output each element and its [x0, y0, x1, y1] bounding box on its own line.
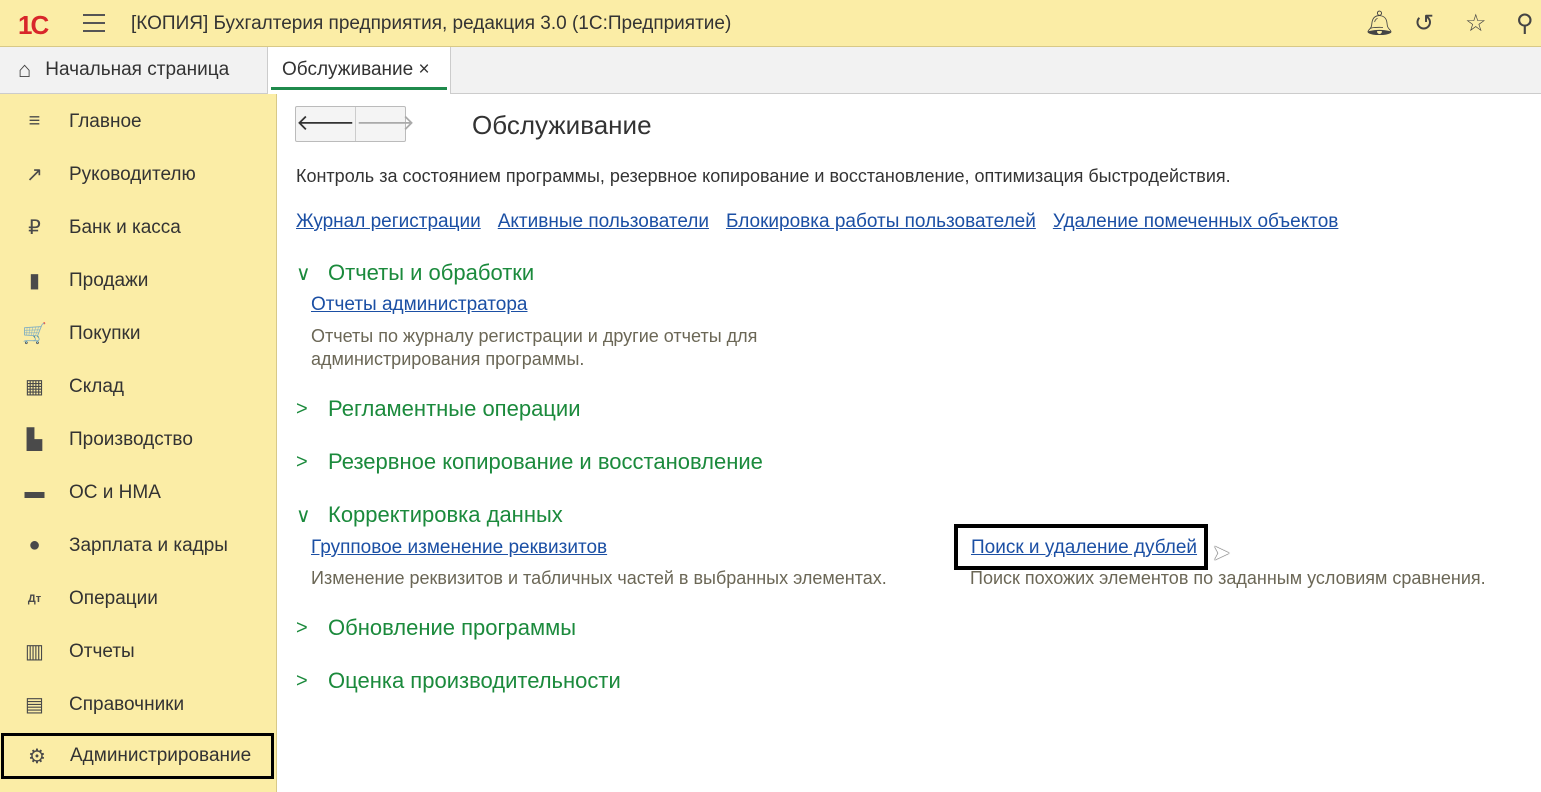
section-title: Оценка производительности: [328, 668, 621, 693]
tab-maintenance[interactable]: Обслуживание ×: [268, 47, 451, 94]
section-title: Отчеты и обработки: [328, 260, 535, 285]
sidebar-item-label: Отчеты: [69, 640, 135, 662]
sidebar-item-administration[interactable]: ⚙ Администрирование: [1, 733, 274, 779]
gear-icon: ⚙: [28, 745, 46, 768]
sidebar-item-label: Администрирование: [70, 745, 252, 766]
bell-icon[interactable]: 🔔︎: [1364, 9, 1394, 38]
debit-credit-icon: Дт: [27, 592, 42, 605]
menu-icon[interactable]: [83, 14, 105, 32]
sidebar-item-label: Операции: [69, 587, 158, 609]
sidebar-item-bank[interactable]: ₽ Банк и касса: [0, 201, 277, 254]
close-icon[interactable]: ×: [418, 59, 429, 80]
bag-icon: ▮: [28, 270, 40, 292]
section-performance[interactable]: > Оценка производительности: [296, 668, 621, 694]
link-active-users[interactable]: Активные пользователи: [498, 211, 709, 233]
sidebar: ≡ Главное ↗ Руководителю ₽ Банк и касса ▮ Пр…: [0, 94, 277, 792]
chevron-right-icon: >: [296, 616, 308, 639]
sidebar-item-label: Производство: [69, 428, 193, 450]
1c-logo: 1С: [18, 10, 49, 40]
person-icon: ●: [28, 534, 41, 556]
chevron-right-icon: >: [296, 450, 308, 473]
sidebar-item-operations[interactable]: Дт Операции: [0, 572, 277, 625]
chevron-down-icon: ∨: [296, 262, 311, 285]
truck-icon: ▬: [24, 481, 45, 503]
sidebar-item-catalogs[interactable]: ▤ Справочники: [0, 678, 277, 731]
home-icon: ⌂: [18, 57, 32, 82]
sidebar-item-label: Продажи: [69, 269, 149, 291]
link-admin-reports[interactable]: Отчеты администратора: [311, 294, 528, 316]
tab-bar: ⌂ Начальная страница Обслуживание ×: [0, 47, 1541, 94]
desc-line: администрирования программы.: [311, 349, 585, 369]
history-icon[interactable]: ↺: [1414, 9, 1434, 38]
section-reports[interactable]: ∨ Отчеты и обработки: [296, 260, 534, 286]
sidebar-item-label: Справочники: [69, 693, 185, 715]
sidebar-item-label: Руководителю: [69, 163, 196, 185]
sidebar-item-label: ОС и НМА: [69, 481, 161, 503]
link-group-edit[interactable]: Групповое изменение реквизитов: [311, 537, 607, 559]
sidebar-item-production[interactable]: ▙ Производство: [0, 413, 277, 466]
sidebar-item-purchases[interactable]: 🛒 Покупки: [0, 307, 277, 360]
factory-icon: ▙: [26, 429, 43, 451]
bar-chart-icon: ▥: [25, 641, 44, 663]
section-data-correction[interactable]: ∨ Корректировка данных: [296, 502, 563, 528]
sidebar-item-sales[interactable]: ▮ Продажи: [0, 254, 277, 307]
back-button[interactable]: 🡐: [296, 107, 355, 141]
link-delete-marked[interactable]: Удаление помеченных объектов: [1053, 211, 1339, 233]
cart-icon: 🛒: [22, 323, 47, 345]
sidebar-item-manager[interactable]: ↗ Руководителю: [0, 148, 277, 201]
tab-label: Обслуживание: [282, 59, 414, 80]
quick-links: Журнал регистрации Активные пользователи…: [296, 211, 1338, 233]
ruble-icon: ₽: [28, 217, 41, 239]
sidebar-item-label: Склад: [69, 375, 124, 397]
desc-line: Отчеты по журналу регистрации и другие о…: [311, 326, 758, 346]
chevron-right-icon: >: [296, 397, 308, 420]
sidebar-item-label: Покупки: [69, 322, 141, 344]
tab-home[interactable]: ⌂ Начальная страница: [0, 47, 268, 93]
link-event-log[interactable]: Журнал регистрации: [296, 211, 481, 233]
nav-buttons: 🡐 🡒: [295, 106, 415, 142]
content: 🡐 🡒 Обслуживание Контроль за состоянием …: [278, 94, 1541, 792]
tab-home-label: Начальная страница: [45, 59, 230, 80]
section-title: Резервное копирование и восстановление: [328, 449, 763, 474]
sidebar-item-reports[interactable]: ▥ Отчеты: [0, 625, 277, 678]
search-icon[interactable]: ⚲: [1516, 9, 1534, 38]
chevron-down-icon: ∨: [296, 504, 311, 527]
sidebar-item-salary[interactable]: ● Зарплата и кадры: [0, 519, 277, 572]
star-icon[interactable]: ☆: [1465, 9, 1487, 38]
duplicates-description: Поиск похожих элементов по заданным усло…: [970, 568, 1486, 588]
highlight-frame: [954, 524, 1208, 570]
group-edit-description: Изменение реквизитов и табличных частей …: [311, 568, 887, 588]
window-title: [КОПИЯ] Бухгалтерия предприятия, редакци…: [131, 13, 732, 34]
reports-description: Отчеты по журналу регистрации и другие о…: [311, 325, 757, 371]
section-title: Обновление программы: [328, 615, 577, 640]
title-bar: 1С [КОПИЯ] Бухгалтерия предприятия, реда…: [0, 0, 1541, 47]
section-title: Регламентные операции: [328, 396, 581, 421]
sidebar-item-label: Банк и касса: [69, 216, 181, 238]
link-block-users[interactable]: Блокировка работы пользователей: [726, 211, 1036, 233]
section-scheduled[interactable]: > Регламентные операции: [296, 396, 580, 422]
trend-icon: ↗: [26, 164, 43, 186]
books-icon: ▤: [25, 694, 44, 716]
list-icon: ≡: [28, 110, 41, 132]
sidebar-item-assets[interactable]: ▬ ОС и НМА: [0, 466, 277, 519]
section-title: Корректировка данных: [328, 502, 563, 527]
sidebar-item-label: Зарплата и кадры: [69, 534, 228, 556]
sidebar-item-warehouse[interactable]: ▦ Склад: [0, 360, 277, 413]
warehouse-icon: ▦: [25, 376, 44, 398]
forward-button[interactable]: 🡒: [355, 107, 415, 141]
page-title: Обслуживание: [472, 110, 652, 140]
section-backup[interactable]: > Резервное копирование и восстановление: [296, 449, 763, 475]
section-update[interactable]: > Обновление программы: [296, 615, 576, 641]
chevron-right-icon: >: [296, 669, 308, 692]
page-description: Контроль за состоянием программы, резерв…: [296, 166, 1231, 186]
sidebar-item-main[interactable]: ≡ Главное: [0, 95, 277, 148]
sidebar-item-label: Главное: [69, 110, 142, 132]
mouse-cursor-icon: ➤: [1212, 540, 1231, 565]
